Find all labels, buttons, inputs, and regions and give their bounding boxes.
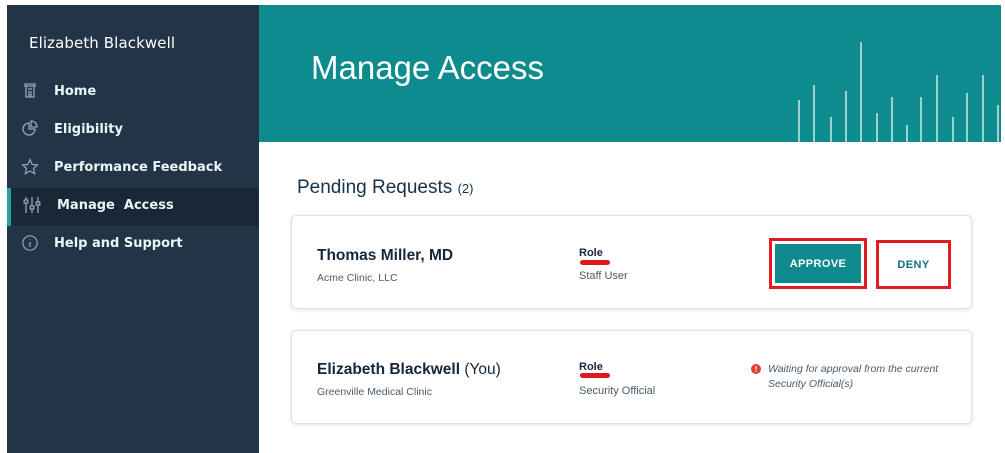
sidebar-item-eligibility[interactable]: Eligibility	[7, 112, 259, 150]
requester-name-text: Elizabeth Blackwell	[317, 361, 460, 378]
approve-highlight: APPROVE	[769, 238, 867, 289]
sidebar-item-home[interactable]: Home	[7, 74, 259, 112]
role-value: Security Official	[579, 385, 656, 397]
pie-chart-icon	[21, 120, 39, 138]
sidebar-item-label: Help and Support	[54, 236, 183, 251]
pending-count: (2)	[457, 181, 474, 196]
sidebar: Elizabeth Blackwell Home Eligibility Per…	[7, 5, 259, 453]
requester-organization: Greenville Medical Clinic	[317, 386, 432, 398]
approval-status-text: Waiting for approval from the current Se…	[768, 363, 939, 390]
sidebar-item-label: Eligibility	[54, 122, 123, 137]
sidebar-item-label: Manage Access	[57, 198, 174, 213]
page-header: Manage Access	[259, 5, 1001, 142]
page-title: Manage Access	[311, 49, 544, 86]
requester-name: Thomas Miller, MD	[317, 247, 454, 264]
deny-highlight: DENY	[876, 240, 951, 289]
role-label: Role	[579, 361, 603, 373]
requester-organization: Acme Clinic, LLC	[317, 272, 398, 284]
user-name: Elizabeth Blackwell	[29, 34, 176, 52]
approve-button[interactable]: APPROVE	[775, 244, 861, 283]
star-icon	[21, 158, 39, 176]
sidebar-item-help-and-support[interactable]: Help and Support	[7, 226, 259, 264]
request-card: Elizabeth Blackwell (You) Greenville Med…	[291, 330, 972, 424]
role-label-highlight	[580, 373, 610, 378]
app-frame: Elizabeth Blackwell Home Eligibility Per…	[0, 0, 1005, 453]
frame-left	[0, 0, 7, 453]
role-label-highlight	[580, 260, 610, 265]
sidebar-item-performance-feedback[interactable]: Performance Feedback	[7, 150, 259, 188]
alert-icon: !	[751, 364, 761, 374]
sliders-icon	[23, 196, 41, 214]
requester-self-tag: (You)	[464, 361, 501, 378]
header-decoration	[798, 42, 999, 142]
sidebar-item-label: Home	[54, 84, 97, 99]
home-icon	[21, 82, 39, 100]
deny-button[interactable]: DENY	[882, 246, 945, 283]
sidebar-item-label: Performance Feedback	[54, 160, 223, 175]
frame-right	[1001, 0, 1005, 453]
role-label: Role	[579, 247, 603, 259]
section-title-text: Pending Requests	[297, 177, 453, 198]
request-card: Thomas Miller, MD Acme Clinic, LLC Role …	[291, 215, 972, 309]
sidebar-nav: Home Eligibility Performance Feedback Ma…	[7, 74, 259, 264]
role-value: Staff User	[579, 270, 628, 282]
info-icon	[21, 234, 39, 252]
sidebar-item-manage-access[interactable]: Manage Access	[7, 188, 259, 226]
requester-name: Elizabeth Blackwell (You)	[317, 361, 501, 379]
section-title: Pending Requests (2)	[297, 177, 473, 199]
